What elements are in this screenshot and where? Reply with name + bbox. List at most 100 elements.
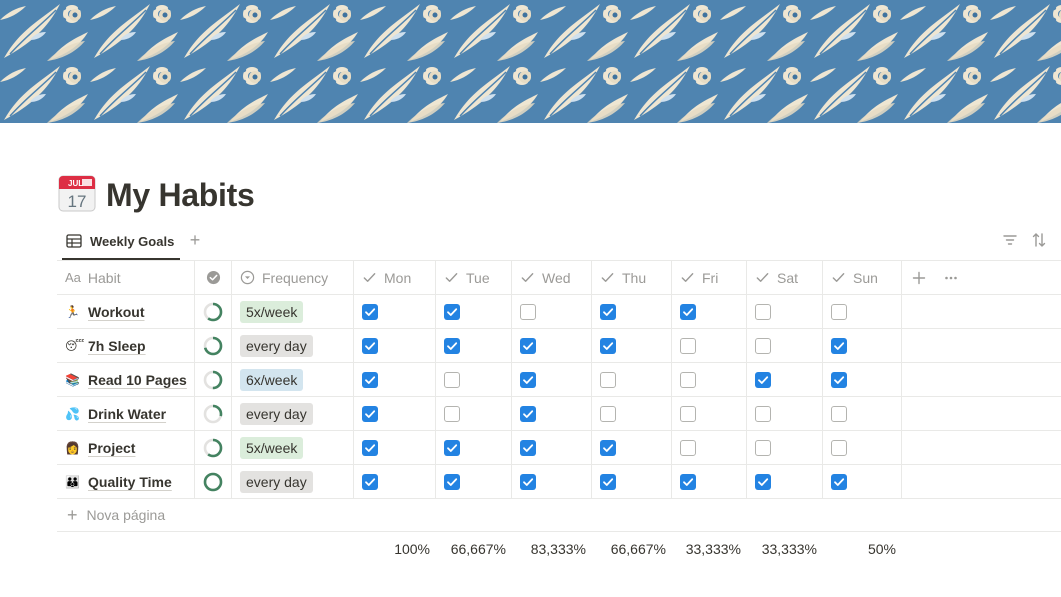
habit-cell[interactable]: 👩 Project bbox=[57, 431, 195, 464]
day-cell-sun bbox=[823, 363, 902, 396]
checkbox-unchecked[interactable] bbox=[680, 337, 696, 354]
checkbox-unchecked[interactable] bbox=[755, 439, 771, 456]
column-header-frequency[interactable]: Frequency bbox=[232, 261, 354, 294]
checkbox-checked[interactable] bbox=[520, 439, 536, 456]
checkbox-unchecked[interactable] bbox=[831, 303, 847, 320]
checkbox-checked[interactable] bbox=[444, 303, 460, 320]
view-tab-weekly-goals[interactable]: Weekly Goals bbox=[66, 228, 174, 254]
checkbox-checked[interactable] bbox=[520, 405, 536, 422]
calc-fri[interactable]: 33,333% bbox=[672, 541, 747, 557]
table-row[interactable]: 📚 Read 10 Pages 6x/week bbox=[57, 363, 1061, 397]
checkbox-unchecked[interactable] bbox=[831, 405, 847, 422]
habit-name[interactable]: Project bbox=[88, 440, 135, 456]
column-header-tue[interactable]: Tue bbox=[436, 261, 512, 294]
checkbox-checked[interactable] bbox=[755, 371, 771, 388]
checkbox-checked[interactable] bbox=[444, 473, 460, 490]
new-page-button[interactable]: + Nova página bbox=[57, 499, 1061, 532]
day-cell-thu bbox=[592, 397, 672, 430]
calc-wed[interactable]: 83,333% bbox=[512, 541, 592, 557]
checkbox-unchecked[interactable] bbox=[680, 405, 696, 422]
calc-sat[interactable]: 33,333% bbox=[747, 541, 823, 557]
habit-cell[interactable]: 📚 Read 10 Pages bbox=[57, 363, 195, 396]
frequency-cell[interactable]: every day bbox=[232, 397, 354, 430]
checkbox-checked[interactable] bbox=[831, 473, 847, 490]
habit-cell[interactable]: 🏃 Workout bbox=[57, 295, 195, 328]
page-title[interactable]: My Habits bbox=[106, 174, 255, 216]
calc-sun[interactable]: 50% bbox=[823, 541, 902, 557]
table-row[interactable]: 😴 7h Sleep every day bbox=[57, 329, 1061, 363]
checkbox-checked[interactable] bbox=[362, 371, 378, 388]
column-header-sat[interactable]: Sat bbox=[747, 261, 823, 294]
habit-name[interactable]: 7h Sleep bbox=[88, 338, 146, 354]
checkbox-unchecked[interactable] bbox=[755, 405, 771, 422]
column-header-sun[interactable]: Sun bbox=[823, 261, 902, 294]
checkbox-unchecked[interactable] bbox=[520, 303, 536, 320]
empty-cell bbox=[902, 431, 1061, 464]
checkbox-unchecked[interactable] bbox=[600, 371, 616, 388]
calc-thu[interactable]: 66,667% bbox=[592, 541, 672, 557]
frequency-cell[interactable]: 6x/week bbox=[232, 363, 354, 396]
frequency-cell[interactable]: every day bbox=[232, 465, 354, 498]
table-row[interactable]: 👩 Project 5x/week bbox=[57, 431, 1061, 465]
frequency-cell[interactable]: 5x/week bbox=[232, 431, 354, 464]
checkbox-unchecked[interactable] bbox=[680, 371, 696, 388]
habit-cell[interactable]: 😴 7h Sleep bbox=[57, 329, 195, 362]
checkbox-checked[interactable] bbox=[444, 439, 460, 456]
checkbox-checked[interactable] bbox=[362, 337, 378, 354]
column-header-thu[interactable]: Thu bbox=[592, 261, 672, 294]
table-row[interactable]: 👪 Quality Time every day bbox=[57, 465, 1061, 499]
add-property-icon[interactable] bbox=[912, 271, 926, 285]
checkbox-unchecked[interactable] bbox=[755, 337, 771, 354]
calc-mon[interactable]: 100% bbox=[354, 541, 436, 557]
checkbox-checked[interactable] bbox=[362, 303, 378, 320]
filter-icon[interactable] bbox=[1002, 232, 1018, 248]
checkbox-checked[interactable] bbox=[600, 473, 616, 490]
column-header-wed[interactable]: Wed bbox=[512, 261, 592, 294]
checkbox-checked[interactable] bbox=[362, 473, 378, 490]
column-header-progress[interactable] bbox=[195, 261, 232, 294]
checkbox-unchecked[interactable] bbox=[600, 405, 616, 422]
calendar-icon[interactable]: JUL 17 bbox=[58, 174, 96, 212]
checkbox-unchecked[interactable] bbox=[444, 405, 460, 422]
checkbox-checked[interactable] bbox=[680, 303, 696, 320]
column-header-mon[interactable]: Mon bbox=[354, 261, 436, 294]
checkbox-checked[interactable] bbox=[680, 473, 696, 490]
checkbox-checked[interactable] bbox=[755, 473, 771, 490]
more-options-icon[interactable] bbox=[944, 271, 958, 285]
habit-name[interactable]: Read 10 Pages bbox=[88, 372, 187, 388]
table-row[interactable]: 🏃 Workout 5x/week bbox=[57, 295, 1061, 329]
checkbox-checked[interactable] bbox=[600, 439, 616, 456]
checkbox-checked[interactable] bbox=[520, 371, 536, 388]
habit-name[interactable]: Drink Water bbox=[88, 406, 166, 422]
habit-cell[interactable]: 💦 Drink Water bbox=[57, 397, 195, 430]
checkbox-checked[interactable] bbox=[444, 337, 460, 354]
day-cell-wed bbox=[512, 295, 592, 328]
checkbox-unchecked[interactable] bbox=[755, 303, 771, 320]
checkbox-unchecked[interactable] bbox=[680, 439, 696, 456]
cover-image[interactable] bbox=[0, 0, 1061, 123]
habit-name[interactable]: Workout bbox=[88, 304, 145, 320]
frequency-cell[interactable]: 5x/week bbox=[232, 295, 354, 328]
calc-tue[interactable]: 66,667% bbox=[436, 541, 512, 557]
checkbox-checked[interactable] bbox=[600, 303, 616, 320]
checkbox-checked[interactable] bbox=[362, 439, 378, 456]
sort-icon[interactable] bbox=[1031, 232, 1047, 248]
table-row[interactable]: 💦 Drink Water every day bbox=[57, 397, 1061, 431]
formula-check-icon bbox=[206, 270, 220, 285]
checkbox-checked[interactable] bbox=[520, 337, 536, 354]
checkbox-checked[interactable] bbox=[520, 473, 536, 490]
checkbox-unchecked[interactable] bbox=[444, 371, 460, 388]
column-header-fri[interactable]: Fri bbox=[672, 261, 747, 294]
checkbox-checked[interactable] bbox=[600, 337, 616, 354]
checkbox-checked[interactable] bbox=[831, 337, 847, 354]
column-header-label: Sat bbox=[777, 269, 799, 286]
column-header-habit[interactable]: Aa Habit bbox=[57, 261, 195, 294]
habit-name[interactable]: Quality Time bbox=[88, 474, 172, 490]
add-view-button[interactable]: + bbox=[186, 230, 204, 250]
habit-cell[interactable]: 👪 Quality Time bbox=[57, 465, 195, 498]
day-cell-sun bbox=[823, 295, 902, 328]
checkbox-checked[interactable] bbox=[362, 405, 378, 422]
checkbox-checked[interactable] bbox=[831, 371, 847, 388]
frequency-cell[interactable]: every day bbox=[232, 329, 354, 362]
checkbox-unchecked[interactable] bbox=[831, 439, 847, 456]
